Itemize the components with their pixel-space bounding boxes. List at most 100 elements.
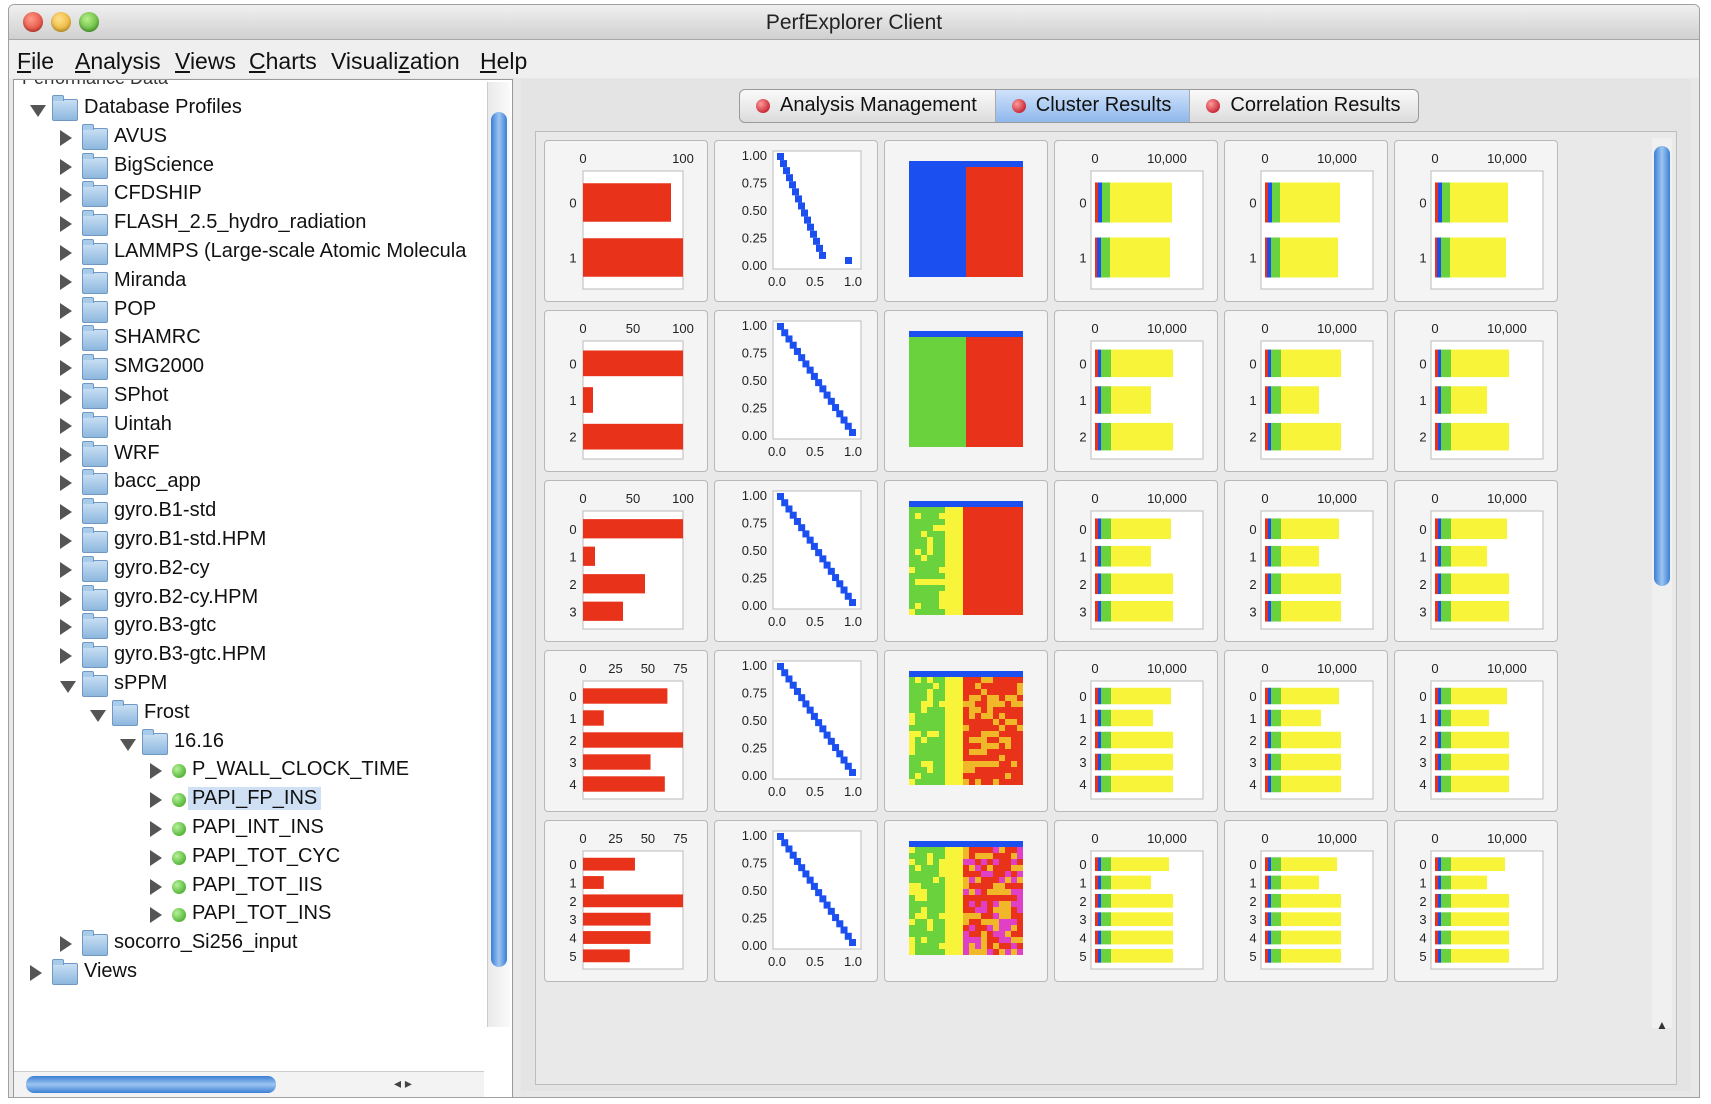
tree-node-application[interactable]: LAMMPS (Large-scale Atomic Molecula [14,239,484,270]
expand-arrow-icon[interactable] [60,619,72,636]
expand-arrow-icon[interactable] [150,821,162,837]
menu-views[interactable]: Views [175,48,236,75]
expand-arrow-icon[interactable] [60,216,72,233]
expand-arrow-icon[interactable] [60,158,72,175]
expand-arrow-icon[interactable] [60,936,72,953]
menu-visualization[interactable]: Visualization [331,48,460,75]
tree-node-views[interactable]: Views [14,959,484,990]
tree-node-application[interactable]: socorro_Si256_input [14,930,484,961]
tree-node-application[interactable]: CFDSHIP [14,181,484,212]
tree-node-metric[interactable]: P_WALL_CLOCK_TIME [14,758,484,788]
scroll-left-right-arrows-icon[interactable]: ◂ ▸ [394,1075,412,1092]
expand-arrow-icon[interactable] [150,792,162,809]
tree-node-metric[interactable]: PAPI_FP_INS [14,787,484,817]
collapse-arrow-icon[interactable] [90,709,106,722]
tab-analysis-management[interactable]: Analysis Management [740,90,996,122]
menu-analysis[interactable]: Analysis [75,48,161,75]
menu-charts[interactable]: Charts [249,48,317,75]
chart-cell[interactable]: 0 25 50 75 0 1 2 3 4 5 [544,820,708,982]
tree-scroll-thumb[interactable] [491,112,507,967]
expand-arrow-icon[interactable] [60,389,72,405]
chart-cell[interactable]: 0.00 0.25 0.50 0.75 1.00 0.0 0.5 1.0 [714,140,878,302]
chart-cell[interactable]: 0 10,000 0 1 2 3 4 [1224,650,1388,812]
tree-node-frost[interactable]: Frost [14,699,484,731]
expand-arrow-icon[interactable] [150,763,162,780]
expand-arrow-icon[interactable] [150,849,162,866]
chart-cell[interactable]: 0 100 0 1 [544,140,708,302]
tree-node-metric[interactable]: PAPI_TOT_INS [14,902,484,932]
chart-cell[interactable]: 0 10,000 0 1 2 [1394,310,1558,472]
expand-arrow-icon[interactable] [60,533,72,549]
results-scroll-thumb[interactable] [1654,146,1670,586]
chart-cell[interactable]: 0 50 100 0 1 2 [544,310,708,472]
chart-cell[interactable]: 0 10,000 0 1 2 3 4 5 [1054,820,1218,982]
tree-node-application[interactable]: gyro.B2-cy.HPM [14,584,484,616]
menu-help[interactable]: Help [480,48,527,75]
tree-node-database-profiles[interactable]: Database Profiles [14,95,484,126]
tree-node-application[interactable]: SPhot [14,383,484,414]
tree-node-application[interactable]: gyro.B3-gtc [14,613,484,644]
tree-node-metric[interactable]: PAPI_TOT_IIS [14,874,484,904]
chart-cell[interactable]: 0 10,000 0 1 2 [1224,310,1388,472]
chart-cell[interactable]: 0 10,000 0 1 2 3 [1054,480,1218,642]
chart-cell[interactable]: 0 10,000 0 1 [1224,140,1388,302]
chart-cell[interactable]: 0 10,000 0 1 2 3 [1394,480,1558,642]
tab-cluster-results[interactable]: Cluster Results [995,90,1191,122]
expand-arrow-icon[interactable] [60,129,72,146]
chart-cell[interactable]: 0 10,000 0 1 [1054,140,1218,302]
tree-node-application[interactable]: SMG2000 [14,354,484,385]
expand-arrow-icon[interactable] [60,648,72,665]
expand-arrow-icon[interactable] [60,187,72,204]
expand-arrow-icon[interactable] [30,965,42,981]
chart-cell[interactable]: 0 10,000 0 1 2 3 4 5 [1394,820,1558,982]
expand-arrow-icon[interactable] [60,417,72,434]
expand-arrow-icon[interactable] [60,590,72,607]
tree-vertical-scrollbar[interactable] [487,82,510,1027]
chart-cell[interactable]: 0.00 0.25 0.50 0.75 1.00 0.0 0.5 1.0 [714,650,878,812]
tree-hscroll-thumb[interactable] [26,1076,276,1093]
chart-cell[interactable]: 0 50 100 0 1 2 3 [544,480,708,642]
expand-arrow-icon[interactable] [60,302,72,319]
tree-node-application[interactable]: POP [14,296,484,328]
tree-node-metric[interactable]: PAPI_TOT_CYC [14,845,484,875]
collapse-arrow-icon[interactable] [30,105,46,117]
tree-node-application[interactable]: gyro.B1-std [14,498,484,529]
tree-node-sppm[interactable]: sPPM [14,671,484,702]
tree-node-application[interactable]: WRF [14,440,484,472]
chart-cell[interactable] [884,310,1048,472]
expand-arrow-icon[interactable] [60,561,72,578]
expand-arrow-icon[interactable] [150,907,162,924]
menu-file[interactable]: File [17,48,54,75]
collapse-arrow-icon[interactable] [120,738,136,751]
expand-arrow-icon[interactable] [60,504,72,521]
tree-node-application[interactable]: bacc_app [14,469,484,500]
collapse-arrow-icon[interactable] [60,681,76,693]
chart-cell[interactable]: 0 25 50 75 0 1 2 3 4 [544,650,708,812]
expand-arrow-icon[interactable] [60,245,72,261]
chart-cell[interactable]: 0 10,000 0 1 2 3 4 [1394,650,1558,812]
chart-cell[interactable]: 0 10,000 0 1 2 3 4 [1054,650,1218,812]
chart-cell[interactable]: 0.00 0.25 0.50 0.75 1.00 0.0 0.5 1.0 [714,480,878,642]
chart-cell[interactable]: 0 10,000 0 1 2 3 [1224,480,1388,642]
chart-cell[interactable] [884,820,1048,982]
tree-node-application[interactable]: AVUS [14,123,484,155]
expand-arrow-icon[interactable] [60,360,72,377]
chart-cell[interactable]: 0.00 0.25 0.50 0.75 1.00 0.0 0.5 1.0 [714,820,878,982]
chart-cell[interactable] [884,140,1048,302]
chart-cell[interactable] [884,480,1048,642]
tree-node-application[interactable]: gyro.B3-gtc.HPM [14,642,484,673]
tree-horizontal-scrollbar[interactable]: ◂ ▸ [14,1071,484,1097]
tree-node-application[interactable]: Miranda [14,267,484,299]
expand-arrow-icon[interactable] [60,331,72,348]
tree-node-application[interactable]: BigScience [14,152,484,184]
scroll-up-arrow-icon[interactable]: ▲ [1656,1018,1668,1032]
expand-arrow-icon[interactable] [60,446,72,463]
chart-cell[interactable]: 0 10,000 0 1 2 [1054,310,1218,472]
tab-correlation-results[interactable]: Correlation Results [1190,90,1418,122]
expand-arrow-icon[interactable] [60,475,72,492]
expand-arrow-icon[interactable] [150,878,162,895]
tree-node-metric[interactable]: PAPI_INT_INS [14,816,484,846]
tree-node-application[interactable]: gyro.B1-std.HPM [14,527,484,558]
tree-node-application[interactable]: SHAMRC [14,325,484,356]
tree-node-application[interactable]: FLASH_2.5_hydro_radiation [14,210,484,241]
